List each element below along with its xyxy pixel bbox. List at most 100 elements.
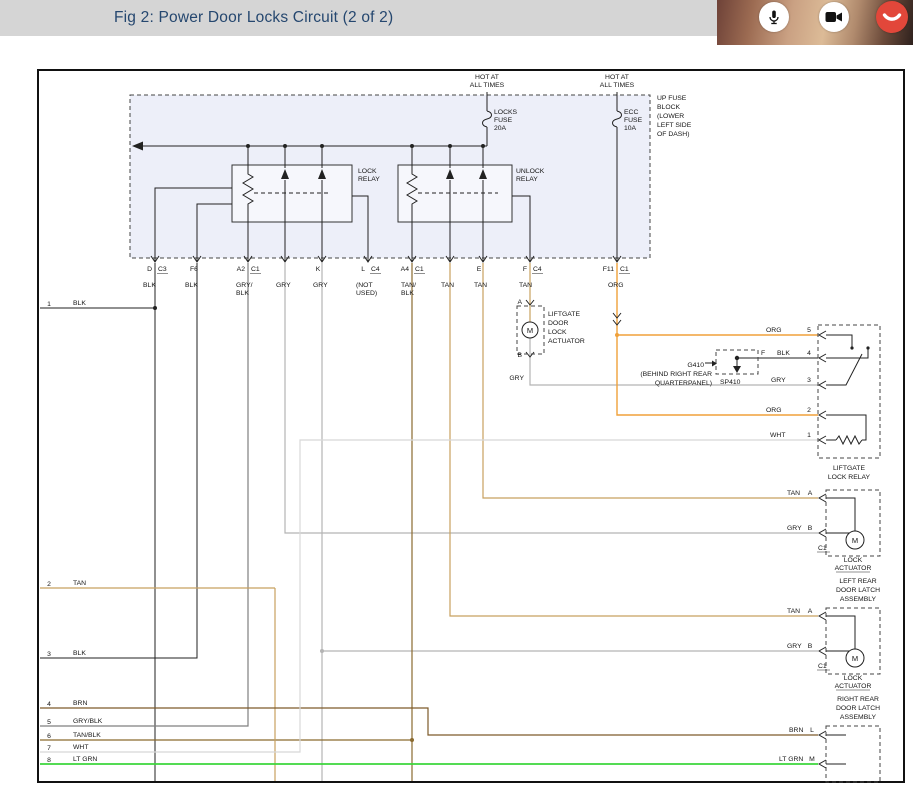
- right-rear-motor-letter: M: [852, 654, 858, 663]
- terminal-c1b: C1: [415, 266, 424, 273]
- wire-color-5: GRY: [313, 282, 328, 289]
- fuse-block-note-1: UP FUSE: [657, 95, 687, 102]
- terminal-l: L: [361, 266, 365, 273]
- terminal-f6: F6: [190, 266, 198, 273]
- liftgate-actuator-pin-b: B: [517, 352, 522, 359]
- left-wire-color-1: BLK: [73, 300, 86, 307]
- relay-pin4-wire: BLK: [777, 350, 790, 357]
- right-rear-pin-b: B: [808, 643, 813, 650]
- hot-at-label-2: HOT AT: [605, 74, 629, 81]
- camera-button[interactable]: [819, 2, 849, 32]
- liftgate-actuator-label-4: ACTUATOR: [548, 338, 585, 345]
- ecc-fuse-label-3: 10A: [624, 125, 637, 132]
- wire-color-3a: GRY/: [236, 282, 253, 289]
- liftgate-actuator-wire-b: GRY: [509, 375, 524, 382]
- splice-pin-f: F: [761, 350, 765, 357]
- wire-color-1: BLK: [143, 282, 156, 289]
- liftgate-motor-letter: M: [527, 326, 533, 335]
- terminal-e: E: [477, 266, 482, 273]
- fuse-block-note-5: OF DASH): [657, 131, 689, 138]
- liftgate-relay-label-1: LIFTGATE: [833, 465, 865, 472]
- terminal-a2: A2: [237, 266, 246, 273]
- end-call-icon: [882, 11, 902, 23]
- ecc-fuse-label-1: ECC: [624, 109, 638, 116]
- right-rear-name-3: ASSEMBLY: [840, 714, 877, 721]
- locks-fuse-label-1: LOCKS: [494, 109, 518, 116]
- left-rear-wire-a: TAN: [787, 490, 800, 497]
- wire-color-6b: USED): [356, 290, 377, 297]
- ground-g410-label: G410: [687, 362, 704, 369]
- right-rear-wire-b: GRY: [787, 643, 802, 650]
- left-rear-wire-b: GRY: [787, 525, 802, 532]
- locks-fuse-label-2: FUSE: [494, 117, 513, 124]
- terminal-c4b: C4: [533, 266, 542, 273]
- left-wire-num-2: 2: [47, 581, 51, 588]
- right-rear-pin-a: A: [808, 608, 813, 615]
- wire-color-7b: BLK: [401, 290, 414, 297]
- lock-relay-label-1: LOCK: [358, 168, 377, 175]
- mic-icon: [766, 9, 782, 26]
- video-call-widget[interactable]: [717, 0, 913, 45]
- hot-at-label-2b: ALL TIMES: [600, 82, 635, 89]
- wire-color-6a: (NOT: [356, 282, 373, 289]
- wire-color-2: BLK: [185, 282, 198, 289]
- ground-location-2: QUARTERPANEL): [655, 380, 712, 387]
- right-rear-name-1: RIGHT REAR: [837, 696, 879, 703]
- left-rear-motor-letter: M: [852, 536, 858, 545]
- hot-at-label-1: HOT AT: [475, 74, 499, 81]
- terminal-c3: C3: [158, 266, 167, 273]
- fuse-block-note-4: LEFT SIDE: [657, 122, 692, 129]
- bottom-wire-m: LT GRN: [779, 756, 803, 763]
- liftgate-actuator-label-2: DOOR: [548, 320, 568, 327]
- wire-color-10: TAN: [519, 282, 532, 289]
- relay-pin2-num: 2: [807, 407, 811, 414]
- relay-pin4-num: 4: [807, 350, 811, 357]
- bottom-wire-l: BRN: [789, 727, 803, 734]
- wire-color-3b: BLK: [236, 290, 249, 297]
- relay-pin2-wire: ORG: [766, 407, 781, 414]
- terminal-d: D: [147, 266, 152, 273]
- unlock-relay-label-1: UNLOCK: [516, 168, 545, 175]
- terminal-c4a: C4: [371, 266, 380, 273]
- ground-location-1: (BEHIND RIGHT REAR: [640, 371, 712, 378]
- left-wire-color-2: TAN: [73, 580, 86, 587]
- relay-pin1-num: 1: [807, 432, 811, 439]
- left-wire-num-4: 4: [47, 701, 51, 708]
- microphone-button[interactable]: [759, 2, 789, 32]
- left-wire-color-6: TAN/BLK: [73, 732, 101, 739]
- locks-fuse-label-3: 20A: [494, 125, 507, 132]
- left-wire-color-3: BLK: [73, 650, 86, 657]
- right-rear-label-1: LOCK: [844, 675, 863, 682]
- bottom-pin-m: M: [809, 756, 815, 763]
- liftgate-actuator-label-3: LOCK: [548, 329, 567, 336]
- liftgate-actuator-pin-a: A: [517, 299, 522, 306]
- lock-relay-label-2: RELAY: [358, 176, 380, 183]
- terminal-a4: A4: [401, 266, 410, 273]
- terminal-f: F: [523, 266, 527, 273]
- left-rear-pin-a: A: [808, 490, 813, 497]
- relay-pin3-num: 3: [807, 377, 811, 384]
- relay-pin1-wire: WHT: [770, 432, 785, 439]
- left-wire-num-5: 5: [47, 719, 51, 726]
- left-rear-label-1: LOCK: [844, 557, 863, 564]
- left-wire-num-8: 8: [47, 757, 51, 764]
- page-title: Fig 2: Power Door Locks Circuit (2 of 2): [114, 0, 393, 36]
- video-camera-icon: [825, 10, 843, 24]
- left-wire-color-7: WHT: [73, 744, 88, 751]
- end-call-button[interactable]: [876, 1, 908, 33]
- fuse-block-box: [130, 95, 650, 258]
- liftgate-actuator-label-1: LIFTGATE: [548, 311, 580, 318]
- bottom-pin-l: L: [810, 727, 814, 734]
- left-rear-label-2: ACTUATOR: [835, 565, 872, 572]
- left-wire-num-1: 1: [47, 301, 51, 308]
- left-rear-name-3: ASSEMBLY: [840, 596, 877, 603]
- left-rear-conn: C1: [818, 545, 827, 552]
- terminal-c1c: C1: [620, 266, 629, 273]
- wire-color-11: ORG: [608, 282, 623, 289]
- wire-color-4: GRY: [276, 282, 291, 289]
- fuse-block-note-2: BLOCK: [657, 104, 681, 111]
- left-wire-num-6: 6: [47, 733, 51, 740]
- liftgate-relay-label-2: LOCK RELAY: [828, 474, 871, 481]
- relay-pin3-wire: GRY: [771, 377, 786, 384]
- relay-pin5-num: 5: [807, 327, 811, 334]
